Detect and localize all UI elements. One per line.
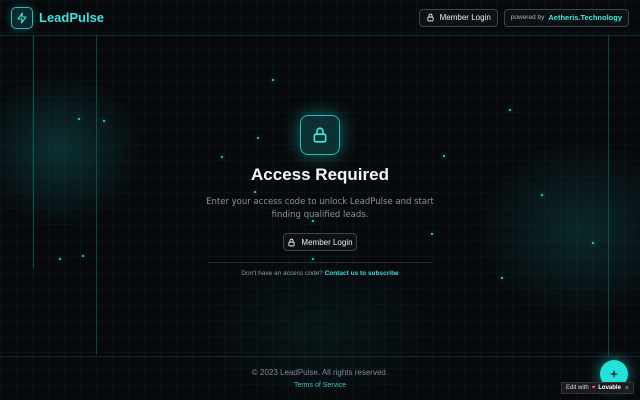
top-bar: LeadPulse Member Login powered by Aether… bbox=[0, 0, 640, 36]
powered-by-label: powered by bbox=[510, 14, 545, 21]
no-code-text: Don't have an access code? bbox=[241, 270, 323, 277]
subtitle-line: Enter your access code to unlock LeadPul… bbox=[206, 197, 434, 207]
powered-by-company: Aetheris.Technology bbox=[548, 13, 622, 22]
edit-with-label: Edit with bbox=[566, 385, 589, 391]
lock-icon bbox=[427, 13, 434, 22]
page-title: Access Required bbox=[251, 165, 389, 184]
lock-icon bbox=[300, 115, 340, 155]
pulse-icon[interactable] bbox=[11, 6, 33, 29]
subtitle-line: finding qualified leads. bbox=[271, 210, 369, 220]
heart-icon: ♥ bbox=[591, 385, 596, 391]
access-code-prompt: Don't have an access code? Contact us to… bbox=[0, 270, 640, 277]
close-icon[interactable]: × bbox=[625, 385, 629, 392]
lock-icon bbox=[288, 238, 295, 246]
brand-name[interactable]: LeadPulse bbox=[39, 10, 104, 25]
footer bbox=[0, 356, 640, 400]
header-member-login-button[interactable]: Member Login bbox=[418, 8, 498, 27]
edit-with-lovable-badge[interactable]: Edit with ♥ Lovable × bbox=[561, 382, 634, 394]
terms-link-wrap: Terms of Service bbox=[0, 382, 640, 389]
contact-subscribe-link[interactable]: Contact us to subscribe bbox=[325, 270, 399, 277]
decorative-line bbox=[33, 36, 34, 268]
terms-of-service-link[interactable]: Terms of Service bbox=[294, 382, 346, 389]
decorative-line bbox=[96, 36, 97, 354]
copyright: © 2023 LeadPulse. All rights reserved. bbox=[251, 368, 389, 377]
divider bbox=[208, 262, 432, 263]
member-login-label: Member Login bbox=[301, 237, 353, 247]
member-login-label: Member Login bbox=[439, 13, 491, 22]
member-login-button[interactable]: Member Login bbox=[283, 233, 357, 251]
page-subtitle: Enter your access code to unlock LeadPul… bbox=[0, 196, 640, 222]
powered-by-badge[interactable]: powered by Aetheris.Technology bbox=[503, 8, 629, 27]
lovable-label: Lovable bbox=[598, 385, 621, 391]
